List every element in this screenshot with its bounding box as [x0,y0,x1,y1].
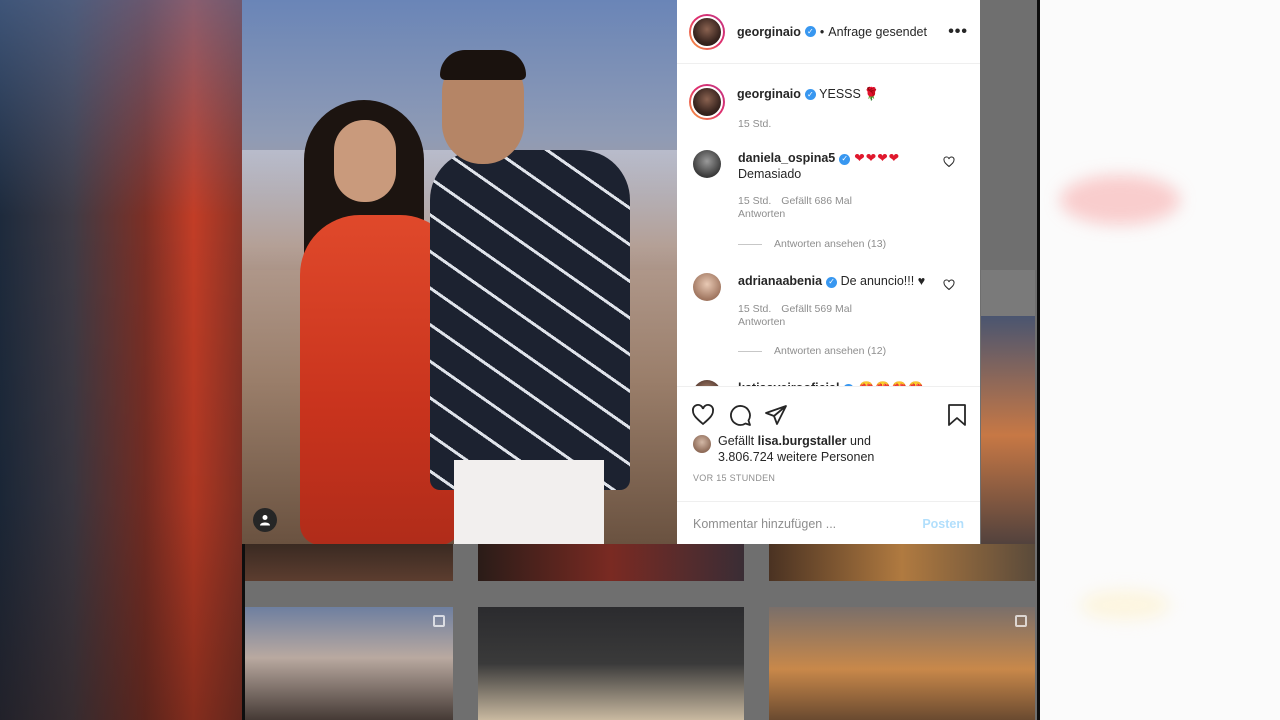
likes-others-count[interactable]: 3.806.724 weitere Personen [718,450,874,464]
post-comment-button[interactable]: Posten [922,517,964,531]
caption-text: georginaio ✓ YESSS 🌹 [737,84,879,120]
likes-summary: Gefällt lisa.burgstaller und 3.806.724 w… [693,433,874,465]
reply-button[interactable]: Antworten [738,208,785,220]
post-modal: georginaio ✓ • Anfrage gesendet ••• geor… [242,0,980,544]
liker-username[interactable]: lisa.burgstaller [758,434,847,448]
grid-post-thumbnail[interactable] [769,607,1035,720]
comments-list[interactable]: georginaio ✓ YESSS 🌹 15 Std. daniela_ospin… [677,64,980,386]
grid-post-thumbnail[interactable] [242,544,453,581]
image-figure [440,50,526,80]
blurred-background-left [0,0,242,720]
comment-meta: 15 Std. Gefällt 686 Mal [738,195,862,207]
verified-badge-icon: ✓ [826,276,838,288]
blurred-background-blob [1060,175,1180,225]
verified-badge-icon: ✓ [804,26,816,37]
grid-post-thumbnail[interactable] [242,607,453,720]
comment-likes[interactable]: Gefällt 569 Mal [781,303,852,315]
heart-outline-icon[interactable] [691,403,715,427]
carousel-icon [433,615,445,627]
speech-bubble-icon[interactable] [728,403,752,427]
likes-text: Gefällt lisa.burgstaller und 3.806.724 w… [718,433,874,465]
comment-text: De anuncio!!! ♥ [840,274,926,288]
reply-button[interactable]: Antworten [738,316,785,328]
grid-post-thumbnail[interactable] [478,544,744,581]
person-tag-icon[interactable] [253,508,277,532]
follow-status-button[interactable]: Anfrage gesendet [828,25,927,39]
comment-meta: 15 Std. Gefällt 569 Mal [738,303,862,315]
comment-timestamp: 15 Std. [738,195,772,207]
post-header: georginaio ✓ • Anfrage gesendet ••• [677,0,980,64]
post-timestamp[interactable]: VOR 15 STUNDEN [693,473,775,483]
divider [738,243,762,245]
post-caption: georginaio ✓ YESSS 🌹 15 Std. [689,84,879,130]
avatar[interactable] [693,435,711,453]
comment-timestamp: 15 Std. [738,303,772,315]
verified-badge-icon: ✓ [804,89,816,100]
author-username[interactable]: georginaio [737,25,801,39]
comment-input[interactable] [693,516,923,531]
ellipsis-icon[interactable]: ••• [948,23,968,41]
comment-username[interactable]: daniela_ospina5 [738,151,835,165]
add-comment-bar: Posten [677,501,980,545]
carousel-icon [1015,615,1027,627]
caption-body: YESSS [819,87,861,101]
post-image[interactable] [242,0,677,544]
grid-post-thumbnail[interactable] [769,544,1035,581]
avatar[interactable] [693,150,721,178]
comment-body: daniela_ospina5 ✓ ❤❤❤❤ Demasiado [738,150,938,182]
view-replies-label: Antworten ansehen (13) [774,238,887,250]
view-replies-button[interactable]: Antworten ansehen (13) [738,238,886,250]
image-figure [334,120,396,202]
likes-conjunction: und [850,434,871,448]
comment-likes[interactable]: Gefällt 686 Mal [781,195,852,207]
verified-badge-icon: ✓ [839,153,851,165]
rose-emoji-icon: 🌹 [863,87,880,101]
view-replies-label: Antworten ansehen (12) [774,345,887,357]
likes-prefix: Gefällt [718,434,755,448]
hearts-emoji-icon: ❤❤❤❤ [854,151,901,165]
avatar[interactable] [693,273,721,301]
header-user-info: georginaio ✓ • Anfrage gesendet [737,25,927,39]
image-figure [454,460,604,544]
follow-separator: • [819,24,825,39]
divider [738,350,762,352]
paper-plane-icon[interactable] [764,403,788,427]
avatar[interactable] [689,84,725,120]
comment-body: adrianaabenia ✓ De anuncio!!! ♥ [738,273,938,289]
blurred-background-blob [1080,590,1170,620]
video-frame-border [1037,0,1040,720]
bookmark-icon[interactable] [945,403,969,427]
image-figure [430,150,630,490]
heart-outline-icon[interactable] [943,279,955,291]
blurred-background-right [1040,0,1280,720]
post-side-panel: georginaio ✓ • Anfrage gesendet ••• geor… [677,0,980,544]
comment-username[interactable]: adrianaabenia [738,274,822,288]
comment-text: Demasiado [738,167,802,181]
view-replies-button[interactable]: Antworten ansehen (12) [738,345,886,357]
caption-timestamp: 15 Std. [738,118,772,130]
grid-post-thumbnail[interactable] [981,316,1035,581]
heart-outline-icon[interactable] [943,156,955,168]
grid-post-thumbnail[interactable] [478,607,744,720]
post-actions: Gefällt lisa.burgstaller und 3.806.724 w… [677,386,980,544]
grid-divider [981,270,1035,316]
avatar[interactable] [689,13,725,50]
caption-username[interactable]: georginaio [737,87,801,101]
